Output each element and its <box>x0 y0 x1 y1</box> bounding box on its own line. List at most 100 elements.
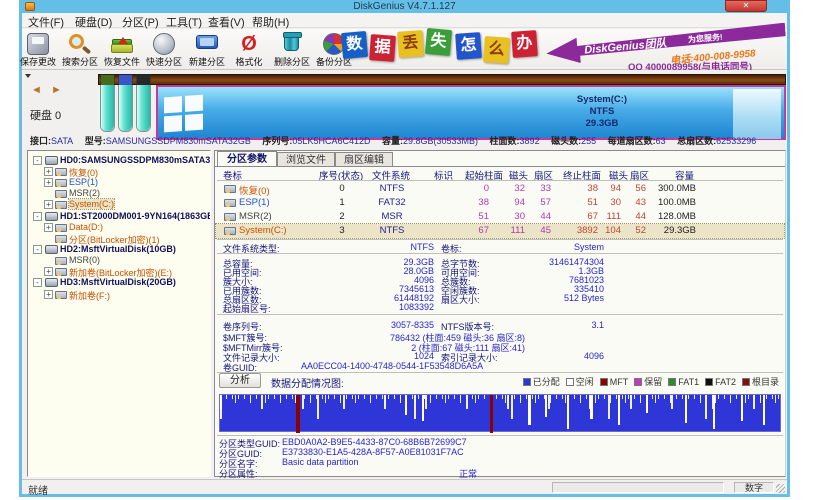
save-changes-button[interactable]: 保存更改 <box>16 30 60 69</box>
collapse-icon[interactable]: - <box>33 278 42 287</box>
ad-tile: 怎 <box>455 32 482 60</box>
disk-label: 硬盘 0 <box>30 107 61 123</box>
close-button[interactable]: ✕ <box>725 0 767 12</box>
partition-icon <box>55 224 67 232</box>
menu-help[interactable]: 帮助(H) <box>252 14 289 30</box>
tree-item-hd3[interactable]: - HD3:MsftVirtualDisk(20GB) <box>28 277 210 288</box>
tab-browse-files[interactable]: 浏览文件 <box>277 152 335 166</box>
prev-disk-arrow[interactable]: ◄ <box>31 84 45 96</box>
delete-partition-button[interactable]: 删除分区 <box>270 30 314 69</box>
legend-swatch <box>566 378 574 386</box>
ad-tile: 数 <box>341 31 368 59</box>
tree-item-hd0[interactable]: - HD0:SAMSUNGSSDPM830mSATA32GB(30GB) <box>28 155 210 166</box>
status-cell <box>552 482 724 493</box>
table-row-esp[interactable]: ESP(1) 1 FAT32 38 94 57 51 30 43 100.0MB <box>216 196 784 210</box>
collapse-icon[interactable]: - <box>33 212 42 221</box>
partition-icon <box>224 199 236 207</box>
partition-icon <box>55 168 67 176</box>
recover-files-button[interactable]: 恢复文件 <box>100 30 144 69</box>
tree-item-msr0[interactable]: MSR(0) <box>28 255 210 266</box>
mft-marker <box>296 395 300 433</box>
partition-tube-recovery[interactable] <box>100 74 115 132</box>
menu-partition[interactable]: 分区(P) <box>122 14 159 30</box>
tree-item-bitlocker-partition[interactable]: 分区(BitLocker加密)(1) <box>28 233 210 244</box>
legend-swatch <box>705 378 713 386</box>
expand-icon[interactable]: + <box>44 200 53 209</box>
mft-marker <box>490 395 493 433</box>
search-icon <box>69 34 84 49</box>
diskgenius-window: DiskGenius V4.7.1.127 ✕ 文件(F) 硬盘(D) 分区(P… <box>19 0 790 497</box>
menu-file[interactable]: 文件(F) <box>28 14 64 30</box>
partition-icon <box>224 213 236 221</box>
disk-icon <box>45 212 58 221</box>
windows-logo <box>164 95 204 134</box>
legend-swatch <box>742 378 750 386</box>
menu-disk[interactable]: 硬盘(D) <box>75 14 112 30</box>
allocation-legend: 已分配 空闲 MFT 保留 FAT1 FAT2 根目录 <box>523 375 779 388</box>
partition-icon <box>224 185 236 193</box>
ad-banner[interactable]: 数 据 丢 失 怎 么 办 DiskGenius团队 为您服务! 电话:400-… <box>340 29 787 70</box>
ad-tile: 办 <box>511 30 538 58</box>
numlock-indicator: 数字 <box>734 482 774 493</box>
menu-tools[interactable]: 工具(T) <box>166 14 202 30</box>
tab-sector-edit[interactable]: 扇区编辑 <box>335 152 393 166</box>
partition-block-system-c[interactable]: System(C:) NTFS 29.3GB <box>156 85 786 140</box>
expand-icon[interactable]: + <box>44 223 53 232</box>
partition-tube-esp[interactable] <box>118 74 133 132</box>
disk-info-line: 接口:SATA 型号:SAMSUNGSSDPM830mSATA32GB 序列号:… <box>30 134 786 147</box>
partition-icon <box>55 257 67 265</box>
partition-bar-graphic: System(C:) NTFS 29.3GB <box>98 74 786 140</box>
tab-partition-params[interactable]: 分区参数 <box>217 151 277 166</box>
tree-item-hd2[interactable]: - HD2:MsftVirtualDisk(10GB) <box>28 244 210 255</box>
allocation-map <box>219 394 781 432</box>
menu-bar: 文件(F) 硬盘(D) 分区(P) 工具(T) 查看(V) 帮助(H) <box>22 13 787 28</box>
table-row-msr[interactable]: MSR(2) 2 MSR 51 30 44 67 111 44 128.0MB <box>216 210 784 224</box>
expand-icon[interactable]: + <box>44 290 53 299</box>
expand-icon[interactable]: + <box>44 178 53 187</box>
tree-item-data-d[interactable]: + Data(D:) <box>28 222 210 233</box>
collapse-icon[interactable]: - <box>33 156 42 165</box>
partition-details-panel: 分区参数 浏览文件 扇区编辑 卷标 序号(状态) 文件系统 标识 起始柱面 磁头… <box>214 150 786 477</box>
new-partition-button[interactable]: 新建分区 <box>185 30 229 69</box>
disk-icon <box>45 278 58 287</box>
save-icon <box>27 33 49 55</box>
analyze-button[interactable]: 分析 <box>219 373 261 388</box>
partition-icon <box>55 201 67 209</box>
format-icon: Ø <box>238 33 260 55</box>
tree-item-hd1[interactable]: - HD1:ST2000DM001-9YN164(1863GB) <box>28 211 210 222</box>
resize-grip[interactable] <box>776 484 785 493</box>
format-button[interactable]: Ø 格式化 <box>227 30 271 69</box>
expand-icon[interactable]: + <box>44 167 53 176</box>
ad-tile: 失 <box>425 28 452 56</box>
quick-partition-icon <box>153 33 175 55</box>
expand-icon[interactable]: + <box>44 267 53 276</box>
quick-partition-button[interactable]: 快速分区 <box>142 30 186 69</box>
table-row-system-c[interactable]: System(C:) 3 NTFS 67 111 45 3892 104 52 … <box>216 224 784 238</box>
tree-item-esp[interactable]: + ESP(1) <box>28 177 210 188</box>
tree-item-newvol-f[interactable]: + 新加卷(F:) <box>28 289 210 300</box>
partition-icon <box>55 268 67 276</box>
window-title: DiskGenius V4.7.1.127 <box>19 1 790 12</box>
disk-band <box>98 74 786 85</box>
table-row-recovery[interactable]: 恢复(0) 0 NTFS 0 32 33 38 94 56 300.0MB <box>216 182 784 196</box>
search-partition-button[interactable]: 搜索分区 <box>58 30 102 69</box>
collapse-icon[interactable]: - <box>33 245 42 254</box>
dropdown-arrow-icon[interactable] <box>25 74 31 81</box>
legend-swatch <box>600 378 608 386</box>
tree-item-newvol-e[interactable]: + 新加卷(BitLocker加密)(E:) <box>28 266 210 277</box>
next-disk-arrow[interactable]: ► <box>51 84 65 96</box>
tree-item-msr2[interactable]: MSR(2) <box>28 188 210 199</box>
tree-item-recovery[interactable]: + 恢复(0) <box>28 166 210 177</box>
new-partition-icon <box>196 35 218 49</box>
tree-item-system-c[interactable]: + System(C:) <box>28 199 210 210</box>
partition-tree: - HD0:SAMSUNGSSDPM830mSATA32GB(30GB) + 恢… <box>27 150 211 477</box>
partition-icon <box>224 227 236 235</box>
ad-tile: 据 <box>369 34 396 62</box>
partition-tube-msr[interactable] <box>136 74 151 132</box>
ad-tile: 丢 <box>397 30 424 58</box>
disk-overview-panel: ◄ ► 硬盘 0 System(C:) NTFS <box>22 70 787 147</box>
menu-view[interactable]: 查看(V) <box>208 14 245 30</box>
partition-icon <box>55 190 67 198</box>
legend-swatch <box>634 378 642 386</box>
status-text: 就绪 <box>28 482 48 497</box>
